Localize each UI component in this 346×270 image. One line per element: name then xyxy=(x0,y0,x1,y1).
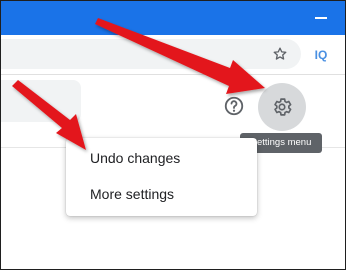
settings-dropdown-menu: Undo changes More settings xyxy=(66,138,257,216)
toolbar-divider xyxy=(1,74,345,75)
minimize-icon[interactable] xyxy=(315,17,327,19)
menu-item-undo-changes[interactable]: Undo changes xyxy=(66,142,257,174)
star-icon[interactable] xyxy=(269,43,291,65)
gear-icon xyxy=(274,98,292,116)
browser-title-bar xyxy=(1,1,345,35)
address-bar[interactable] xyxy=(1,39,301,69)
extension-icon[interactable]: IQ xyxy=(310,44,332,66)
search-bar[interactable] xyxy=(1,80,81,122)
menu-item-more-settings[interactable]: More settings xyxy=(66,178,257,210)
browser-toolbar: IQ xyxy=(1,35,345,73)
screenshot-frame: IQ Settings menu Undo changes More setti… xyxy=(0,0,346,270)
page-content: Settings menu Undo changes More settings xyxy=(1,74,345,269)
settings-button[interactable] xyxy=(258,83,306,131)
help-icon[interactable] xyxy=(223,95,245,117)
